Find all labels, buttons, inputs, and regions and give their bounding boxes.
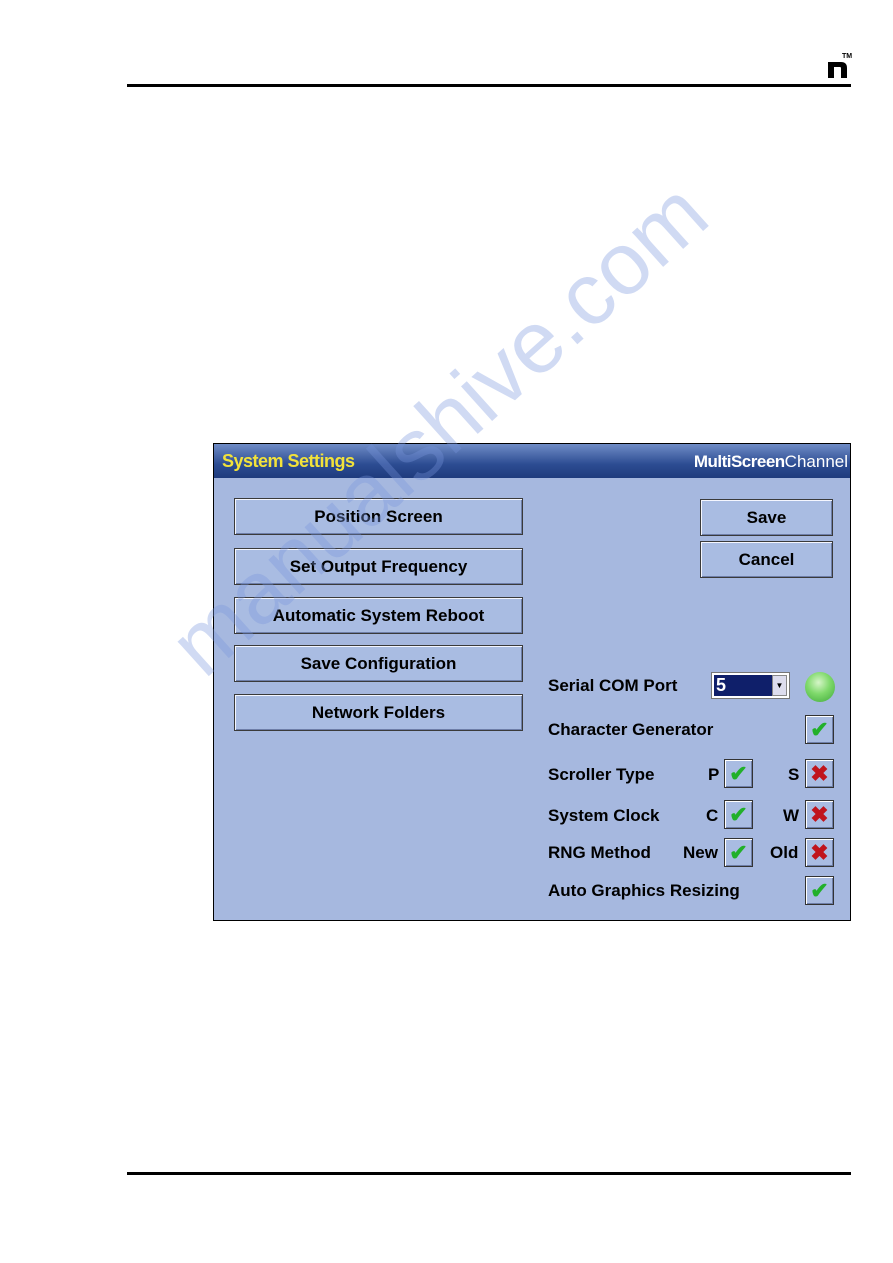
cancel-button[interactable]: Cancel (700, 541, 833, 578)
footer-rule (127, 1172, 851, 1175)
serial-com-port-value: 5 (713, 674, 773, 697)
rng-old-label: Old (770, 843, 799, 862)
network-folders-button[interactable]: Network Folders (234, 694, 523, 731)
position-screen-button[interactable]: Position Screen (234, 498, 523, 535)
com-status-led-icon (805, 672, 835, 702)
save-button[interactable]: Save (700, 499, 833, 536)
scroller-s-label: S (788, 765, 800, 784)
system-clock-label: System Clock (548, 806, 660, 825)
save-configuration-button[interactable]: Save Configuration (234, 645, 523, 682)
rng-new-checkbox[interactable]: ✔ (724, 838, 753, 867)
serial-com-port-dropdown[interactable]: 5 ▼ (711, 672, 790, 699)
automatic-system-reboot-button[interactable]: Automatic System Reboot (234, 597, 523, 634)
scroller-type-label: Scroller Type (548, 765, 655, 784)
character-generator-label: Character Generator (548, 720, 714, 739)
company-logo: TM (828, 53, 852, 78)
system-settings-window: System Settings MultiScreenChannel Posit… (213, 443, 851, 921)
clock-c-label: C (706, 806, 719, 825)
rng-method-label: RNG Method (548, 843, 651, 862)
auto-graphics-resizing-checkbox[interactable]: ✔ (805, 876, 834, 905)
rng-old-checkbox[interactable]: ✖ (805, 838, 834, 867)
set-output-frequency-button[interactable]: Set Output Frequency (234, 548, 523, 585)
manual-page: TM System Settings MultiScreenChannel Po… (0, 0, 893, 1263)
window-title: System Settings (222, 451, 355, 471)
clock-w-label: W (783, 806, 800, 825)
chevron-down-icon[interactable]: ▼ (772, 675, 787, 696)
rng-new-label: New (683, 843, 718, 862)
scroller-s-checkbox[interactable]: ✖ (805, 759, 834, 788)
auto-graphics-resizing-label: Auto Graphics Resizing (548, 881, 740, 900)
scroller-p-checkbox[interactable]: ✔ (724, 759, 753, 788)
header-rule (127, 84, 851, 87)
serial-com-port-label: Serial COM Port (548, 676, 678, 695)
clock-c-checkbox[interactable]: ✔ (724, 800, 753, 829)
svg-text:TM: TM (842, 53, 852, 60)
title-bar: System Settings MultiScreenChannel (214, 444, 850, 478)
scroller-p-label: P (708, 765, 720, 784)
character-generator-checkbox[interactable]: ✔ (805, 715, 834, 744)
brand-logo: MultiScreenChannel (693, 452, 848, 471)
clock-w-checkbox[interactable]: ✖ (805, 800, 834, 829)
